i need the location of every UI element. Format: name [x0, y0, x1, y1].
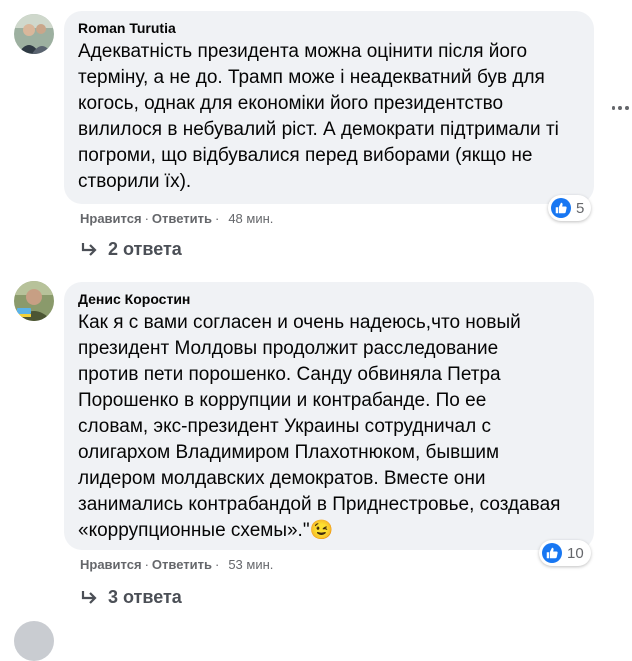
reply-arrow-icon — [81, 590, 97, 604]
like-button[interactable]: Нравится — [80, 211, 142, 226]
comment-bubble: Денис Коростин Как я с вами согласен и о… — [64, 282, 594, 550]
comment-author[interactable]: Roman Turutia — [78, 19, 582, 37]
view-replies-button[interactable]: 3 ответа — [80, 587, 182, 608]
comment-author[interactable]: Денис Коростин — [78, 290, 582, 308]
more-options-icon — [611, 106, 616, 110]
thumbs-up-icon — [542, 543, 562, 563]
like-button[interactable]: Нравится — [80, 557, 142, 572]
more-options-button[interactable] — [610, 98, 630, 118]
replies-label: 2 ответа — [108, 239, 182, 259]
view-replies-button[interactable]: 2 ответа — [80, 239, 182, 260]
reaction-summary[interactable]: 5 — [548, 195, 592, 221]
reply-button[interactable]: Ответить — [152, 557, 212, 572]
reaction-summary[interactable]: 10 — [539, 540, 591, 566]
avatar[interactable] — [14, 281, 54, 321]
comment-text: Адекватність президента можна оцінити пі… — [78, 41, 559, 192]
reply-arrow-icon — [81, 242, 97, 256]
comment-text: Как я с вами согласен и очень надеюсь,чт… — [78, 312, 561, 541]
reaction-count: 5 — [576, 199, 585, 217]
comment-actions: Нравится · Ответить · 53 мин. — [80, 557, 274, 572]
next-comment-avatar[interactable] — [14, 621, 54, 661]
wink-emoji: 😉 — [309, 520, 334, 541]
reply-button[interactable]: Ответить — [152, 211, 212, 226]
comment-timestamp[interactable]: 53 мин. — [228, 557, 273, 572]
thumbs-up-icon — [551, 198, 571, 218]
avatar[interactable] — [14, 14, 54, 54]
reaction-count: 10 — [567, 544, 584, 562]
replies-label: 3 ответа — [108, 587, 182, 607]
comment-actions: Нравится · Ответить · 48 мин. — [80, 211, 274, 226]
comment-bubble: Roman Turutia Адекватність президента мо… — [64, 11, 594, 204]
comment-timestamp[interactable]: 48 мин. — [228, 211, 273, 226]
